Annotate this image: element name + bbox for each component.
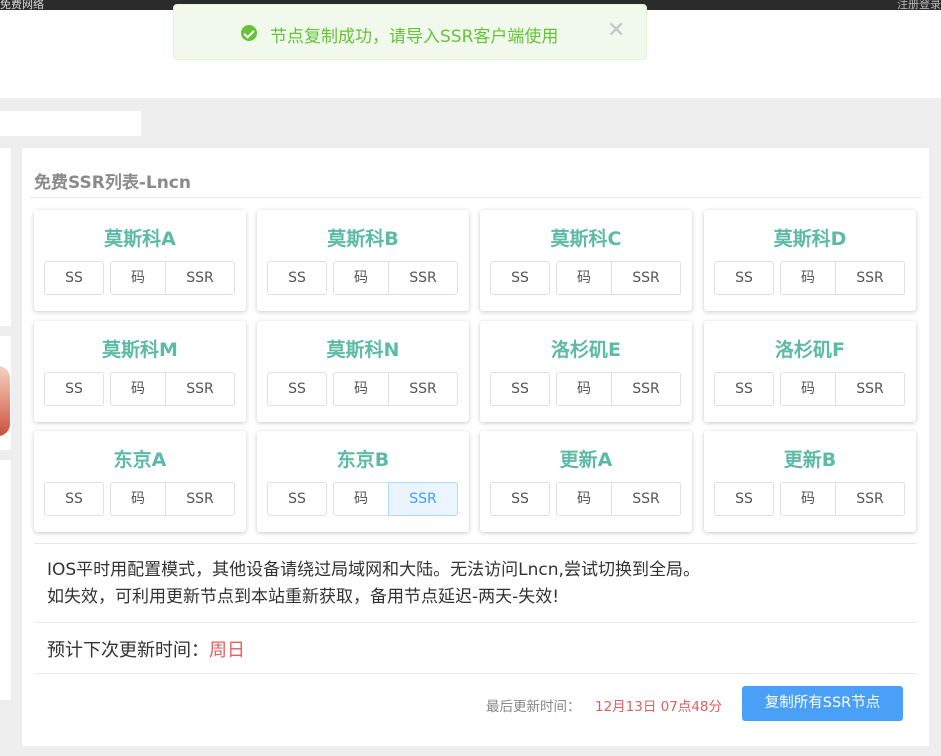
- copy-all-ssr-button[interactable]: 复制所有SSR节点: [742, 686, 903, 721]
- node-card: 东京B SS 码 SSR: [257, 431, 469, 532]
- ss-button[interactable]: SS: [490, 482, 550, 516]
- ssr-button[interactable]: SSR: [611, 261, 681, 295]
- node-name: 莫斯科A: [104, 228, 176, 250]
- close-icon[interactable]: ✕: [607, 20, 625, 42]
- node-card: 东京A SS 码 SSR: [34, 431, 246, 532]
- last-update-time: 12月13日 07点48分: [595, 699, 723, 715]
- node-name: 莫斯科C: [550, 228, 622, 250]
- success-toast: 节点复制成功，请导入SSR客户端使用 ✕: [173, 4, 647, 60]
- ssr-button[interactable]: SSR: [165, 261, 235, 295]
- qr-code-button[interactable]: 码: [556, 372, 612, 406]
- node-name: 莫斯科N: [326, 339, 400, 361]
- ss-button[interactable]: SS: [714, 482, 774, 516]
- ss-button[interactable]: SS: [44, 482, 104, 516]
- ss-button[interactable]: SS: [267, 261, 327, 295]
- node-name: 东京B: [336, 449, 390, 471]
- ssr-button[interactable]: SSR: [611, 372, 681, 406]
- ssr-button[interactable]: SSR: [835, 261, 905, 295]
- ss-button[interactable]: SS: [44, 261, 104, 295]
- check-circle-icon: [241, 25, 257, 41]
- ssr-button[interactable]: SSR: [388, 372, 458, 406]
- info-line-2: 如失效，可利用更新节点到本站重新获取，备用节点延迟-两天-失效!: [47, 587, 560, 607]
- node-card: 莫斯科B SS 码 SSR: [257, 210, 469, 311]
- card-title: 免费SSR列表-Lncn: [34, 173, 191, 193]
- qr-code-button[interactable]: 码: [780, 372, 836, 406]
- next-update-day: 周日: [209, 640, 245, 661]
- node-name: 莫斯科D: [773, 228, 847, 250]
- toast-message: 节点复制成功，请导入SSR客户端使用: [270, 27, 559, 47]
- qr-code-button[interactable]: 码: [780, 261, 836, 295]
- ssr-button[interactable]: SSR: [611, 482, 681, 516]
- divider: [34, 622, 917, 623]
- ssr-button[interactable]: SSR: [165, 482, 235, 516]
- ssr-button[interactable]: SSR: [835, 482, 905, 516]
- ssr-button[interactable]: SSR: [388, 261, 458, 295]
- last-update-label: 最后更新时间：: [486, 699, 581, 715]
- ss-button[interactable]: SS: [44, 372, 104, 406]
- avatar[interactable]: [0, 366, 10, 436]
- node-card: 莫斯科M SS 码 SSR: [34, 321, 246, 422]
- ss-button[interactable]: SS: [490, 372, 550, 406]
- left-profile-panel: [0, 336, 11, 450]
- node-name: 洛杉矶F: [775, 339, 845, 361]
- qr-code-button[interactable]: 码: [556, 261, 612, 295]
- ss-button[interactable]: SS: [267, 372, 327, 406]
- node-name: 莫斯科M: [102, 339, 178, 361]
- divider: [34, 543, 917, 544]
- divider: [34, 673, 917, 674]
- node-name: 更新A: [559, 449, 613, 471]
- ssr-list-card: 免费SSR列表-Lncn 莫斯科A SS 码 SSR 莫斯科B SS 码 SSR 莫斯科C SS 码…: [22, 148, 929, 746]
- node-name: 莫斯科B: [327, 228, 399, 250]
- ssr-button[interactable]: SSR: [165, 372, 235, 406]
- info-line-1: IOS平时用配置模式，其他设备请绕过局域网和大陆。无法访问Lncn,尝试切换到全…: [47, 560, 700, 580]
- title-divider: [30, 197, 921, 198]
- qr-code-button[interactable]: 码: [110, 482, 166, 516]
- node-card: 莫斯科N SS 码 SSR: [257, 321, 469, 422]
- left-lower-panel: [0, 460, 11, 700]
- qr-code-button[interactable]: 码: [333, 261, 389, 295]
- ssr-button[interactable]: SSR: [835, 372, 905, 406]
- ss-button[interactable]: SS: [490, 261, 550, 295]
- node-card: 更新B SS 码 SSR: [704, 431, 916, 532]
- next-update-label: 预计下次更新时间：: [47, 640, 209, 661]
- node-card: 莫斯科A SS 码 SSR: [34, 210, 246, 311]
- ssr-button[interactable]: SSR: [388, 482, 458, 516]
- qr-code-button[interactable]: 码: [333, 372, 389, 406]
- qr-code-button[interactable]: 码: [333, 482, 389, 516]
- search-strip[interactable]: [0, 111, 141, 136]
- qr-code-button[interactable]: 码: [556, 482, 612, 516]
- node-card: 洛杉矶F SS 码 SSR: [704, 321, 916, 422]
- node-card: 莫斯科C SS 码 SSR: [480, 210, 692, 311]
- node-card: 洛杉矶E SS 码 SSR: [480, 321, 692, 422]
- node-name: 东京A: [113, 449, 167, 471]
- ss-button[interactable]: SS: [714, 372, 774, 406]
- node-card: 更新A SS 码 SSR: [480, 431, 692, 532]
- ss-button[interactable]: SS: [267, 482, 327, 516]
- node-name: 洛杉矶E: [551, 339, 621, 361]
- node-name: 更新B: [783, 449, 837, 471]
- qr-code-button[interactable]: 码: [780, 482, 836, 516]
- left-sidebar-panel: [0, 148, 11, 326]
- next-update: 预计下次更新时间：周日: [47, 636, 245, 662]
- node-card: 莫斯科D SS 码 SSR: [704, 210, 916, 311]
- qr-code-button[interactable]: 码: [110, 261, 166, 295]
- qr-code-button[interactable]: 码: [110, 372, 166, 406]
- ss-button[interactable]: SS: [714, 261, 774, 295]
